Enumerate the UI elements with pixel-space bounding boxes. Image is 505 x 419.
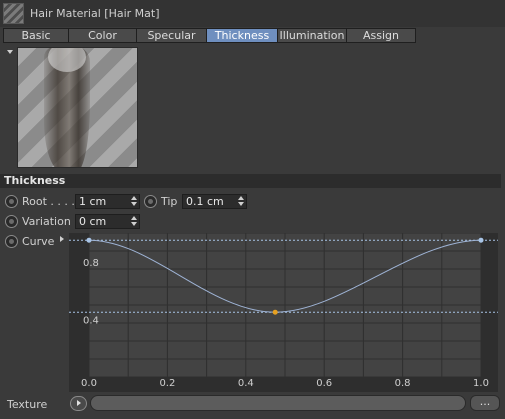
x-tick-label: 0.0 bbox=[81, 378, 97, 389]
preview-collapse-icon[interactable] bbox=[7, 50, 13, 54]
curve-point bbox=[478, 237, 484, 243]
x-tick-label: 1.0 bbox=[473, 378, 489, 389]
curve-point-selected bbox=[272, 309, 278, 315]
tip-label: Tip bbox=[161, 195, 178, 208]
tab-bar: Basic Color Specular Thickness Illuminat… bbox=[3, 28, 416, 43]
texture-play-icon[interactable] bbox=[70, 396, 87, 411]
tab-illumination[interactable]: Illumination bbox=[277, 28, 347, 43]
variation-animate-radio[interactable] bbox=[5, 215, 18, 228]
root-stepper-icon[interactable] bbox=[131, 196, 137, 207]
root-value: 1 cm bbox=[79, 195, 107, 208]
x-tick-label: 0.6 bbox=[316, 378, 332, 389]
texture-label: Texture bbox=[7, 398, 48, 411]
variation-value: 0 cm bbox=[79, 215, 107, 228]
curve-graph[interactable]: 0.0 0.2 0.4 0.6 0.8 1.0 0.4 0.8 bbox=[69, 233, 498, 392]
tip-field[interactable]: 0.1 cm bbox=[182, 194, 247, 209]
material-icon bbox=[3, 3, 24, 24]
tab-thickness[interactable]: Thickness bbox=[206, 28, 278, 43]
y-tick-label: 0.8 bbox=[83, 258, 99, 269]
tab-color[interactable]: Color bbox=[68, 28, 137, 43]
variation-field[interactable]: 0 cm bbox=[75, 214, 140, 229]
curve-point bbox=[86, 237, 92, 243]
x-tick-label: 0.2 bbox=[159, 378, 175, 389]
curve-expand-icon[interactable] bbox=[60, 236, 64, 242]
root-field[interactable]: 1 cm bbox=[75, 194, 140, 209]
tip-value: 0.1 cm bbox=[186, 195, 224, 208]
tab-assign[interactable]: Assign bbox=[346, 28, 416, 43]
variation-stepper-icon[interactable] bbox=[131, 216, 137, 227]
tab-basic[interactable]: Basic bbox=[3, 28, 69, 43]
curve-animate-radio[interactable] bbox=[5, 235, 18, 248]
x-tick-label: 0.8 bbox=[395, 378, 411, 389]
x-tick-label: 0.4 bbox=[238, 378, 254, 389]
curve-label: Curve bbox=[22, 235, 55, 248]
tip-animate-radio[interactable] bbox=[144, 195, 157, 208]
texture-slot[interactable] bbox=[90, 395, 466, 411]
curve-graph-svg[interactable]: 0.0 0.2 0.4 0.6 0.8 1.0 0.4 0.8 bbox=[69, 233, 498, 392]
root-label: Root . . . . bbox=[22, 195, 75, 208]
y-tick-label: 0.4 bbox=[83, 315, 99, 326]
variation-label: Variation bbox=[22, 215, 71, 228]
tip-stepper-icon[interactable] bbox=[238, 196, 244, 207]
tab-specular[interactable]: Specular bbox=[136, 28, 207, 43]
window-title: Hair Material [Hair Mat] bbox=[30, 7, 160, 20]
material-preview[interactable] bbox=[17, 47, 138, 168]
root-animate-radio[interactable] bbox=[5, 195, 18, 208]
title-bar: Hair Material [Hair Mat] bbox=[0, 0, 505, 27]
section-title: Thickness bbox=[0, 174, 501, 188]
texture-more-button[interactable]: ... bbox=[470, 395, 500, 411]
